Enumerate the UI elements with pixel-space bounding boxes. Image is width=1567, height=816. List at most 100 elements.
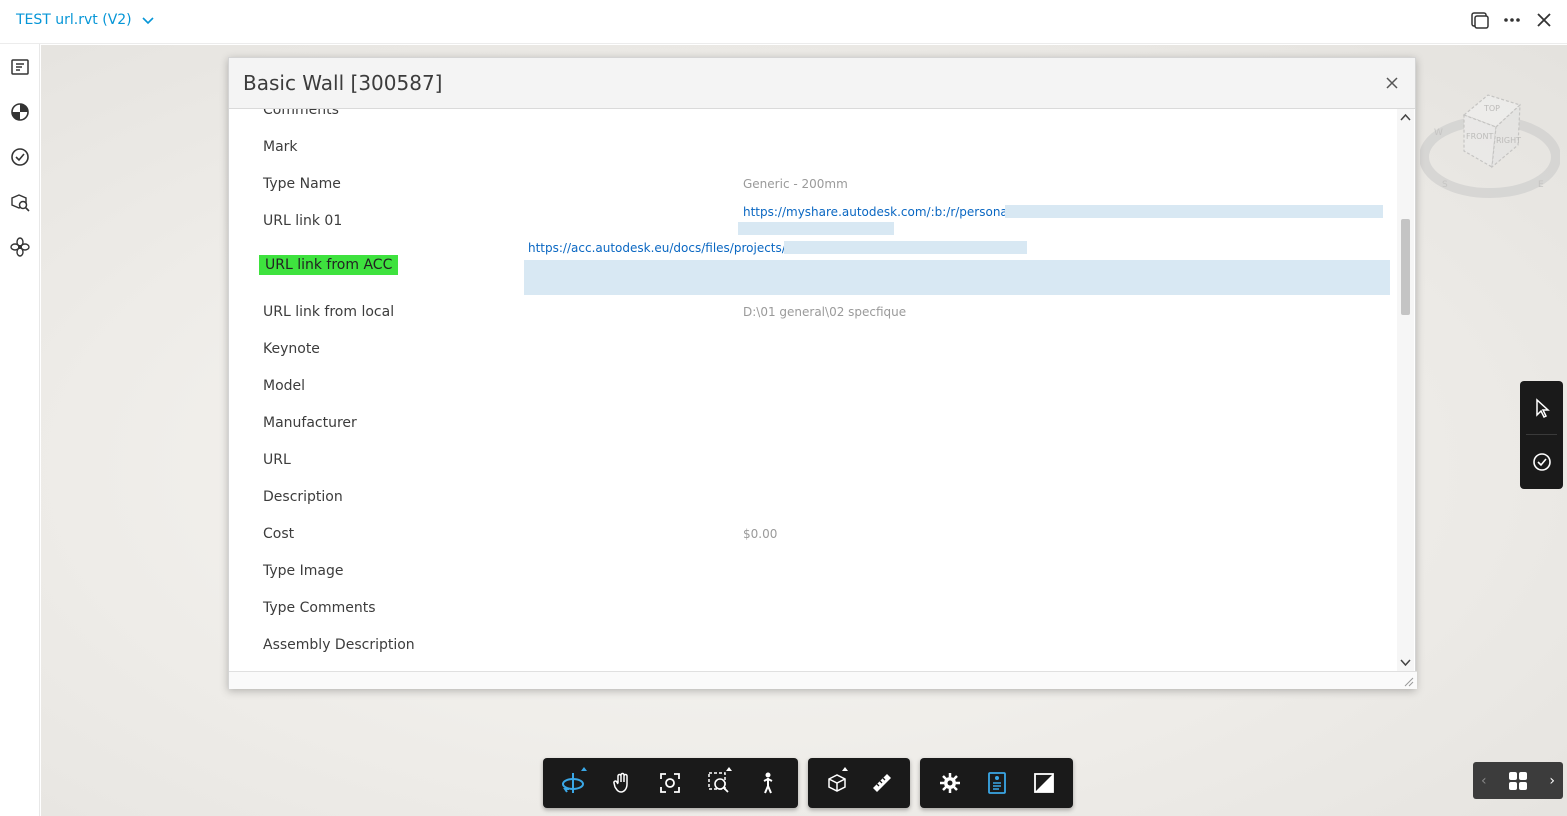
redacted-link-part	[784, 241, 1027, 254]
grid-icon[interactable]	[1507, 770, 1529, 792]
cursor-icon	[1535, 397, 1550, 418]
prop-label-type-name: Type Name	[263, 176, 341, 192]
properties-list[interactable]: Comments Mark Type Name Generic - 200mm …	[229, 109, 1399, 671]
panel-header[interactable]: Basic Wall [300587]	[229, 58, 1415, 109]
fullscreen-icon	[1033, 773, 1054, 793]
chevron-right-icon[interactable]: ›	[1549, 773, 1555, 789]
settings-toolbar	[920, 758, 1073, 808]
flyout-indicator	[580, 767, 587, 771]
left-rail	[0, 44, 40, 816]
redacted-link-part	[524, 260, 1390, 295]
explode-model-button[interactable]	[814, 758, 859, 808]
prop-link-url-link-from-acc[interactable]: https://acc.autodesk.eu/docs/files/proje…	[528, 241, 786, 255]
close-viewer-button[interactable]	[1533, 9, 1555, 31]
scrollbar-thumb[interactable]	[1401, 219, 1410, 315]
prop-label-assembly-description: Assembly Description	[263, 637, 415, 653]
fit-to-view-button[interactable]	[646, 758, 695, 808]
prop-label-type-image: Type Image	[263, 563, 344, 579]
ruler-icon	[872, 774, 891, 792]
properties-panel: Basic Wall [300587] Comments Mark Type N…	[228, 57, 1417, 689]
split-view-button[interactable]	[1469, 9, 1491, 31]
viewcube-top-label: TOP	[1483, 104, 1500, 113]
fullscreen-button[interactable]	[1020, 758, 1067, 808]
prop-label-url-link-from-acc: URL link from ACC	[259, 255, 399, 275]
select-tool-button[interactable]	[1520, 381, 1563, 434]
zoom-window-icon	[708, 772, 729, 793]
panel-close-button[interactable]	[1381, 72, 1403, 94]
measure-tool-button[interactable]	[859, 758, 904, 808]
split-view-icon	[1471, 12, 1489, 29]
issue-check-icon	[1532, 452, 1551, 471]
prop-value-cost: $0.00	[743, 527, 778, 541]
flyout-indicator	[842, 767, 848, 771]
right-toolbar	[1520, 381, 1563, 489]
prop-label-cost: Cost	[263, 526, 295, 542]
sheets-icon	[11, 102, 29, 121]
search-model-icon	[11, 193, 30, 212]
top-bar: TEST url.rvt (V2)	[0, 0, 1567, 44]
flyout-indicator	[726, 767, 733, 771]
prop-label-url-link-01: URL link 01	[263, 213, 343, 229]
gear-icon	[939, 773, 960, 793]
prop-link-url-link-01[interactable]: https://myshare.autodesk.com/:b:/r/perso…	[743, 205, 1015, 219]
settings-button[interactable]	[926, 758, 973, 808]
redacted-link-part	[1005, 205, 1383, 218]
redacted-link-part	[738, 222, 894, 235]
walk-person-icon	[763, 772, 773, 794]
prop-label-url-link-from-local: URL link from local	[263, 304, 395, 320]
chevron-left-icon[interactable]: ‹	[1481, 773, 1487, 789]
document-switcher[interactable]: TEST url.rvt (V2)	[16, 12, 156, 28]
prop-label-manufacturer: Manufacturer	[263, 415, 357, 431]
orbit-tool-button[interactable]	[549, 758, 598, 808]
prop-label-type-comments: Type Comments	[263, 600, 376, 616]
viewcube-right-label: RIGHT	[1496, 136, 1521, 145]
prop-label-model: Model	[263, 378, 306, 394]
model-browser-icon	[11, 58, 29, 75]
orbit-icon	[562, 773, 585, 793]
prop-label-url: URL	[263, 452, 291, 468]
properties-button[interactable]	[973, 758, 1020, 808]
compass-west-label: W	[1434, 128, 1443, 138]
first-person-button[interactable]	[743, 758, 792, 808]
view-navigator: ‹ ›	[1473, 762, 1563, 799]
compass-south-label: S	[1442, 180, 1448, 190]
compass-east-label: E	[1538, 180, 1544, 190]
search-model-button[interactable]	[0, 179, 40, 224]
prop-label-description: Description	[263, 489, 343, 505]
create-issue-button[interactable]	[1520, 435, 1563, 488]
model-browser-button[interactable]	[0, 44, 40, 89]
more-icon	[1504, 18, 1520, 22]
prop-label-mark: Mark	[263, 139, 298, 155]
systems-icon	[10, 236, 30, 257]
navigation-toolbar	[543, 758, 798, 808]
close-icon	[1386, 77, 1398, 89]
viewcube-front-label: FRONT	[1466, 132, 1493, 141]
close-icon	[1537, 13, 1551, 27]
chevron-down-icon[interactable]	[1400, 657, 1411, 668]
more-options-button[interactable]	[1501, 9, 1523, 31]
prop-label-keynote: Keynote	[263, 341, 320, 357]
resize-grip-icon[interactable]	[1404, 677, 1414, 687]
panel-footer	[229, 671, 1417, 689]
model-tools-toolbar	[808, 758, 910, 808]
properties-icon	[987, 772, 1006, 794]
hand-icon	[613, 772, 628, 793]
model-cube-icon	[827, 774, 846, 792]
issues-icon	[11, 147, 29, 166]
fit-view-icon	[660, 773, 681, 793]
viewcube[interactable]: TOP FRONT RIGHT W S E	[1420, 85, 1560, 200]
chevron-up-icon[interactable]	[1400, 112, 1411, 123]
prop-value-type-name: Generic - 200mm	[743, 177, 848, 191]
properties-scrollbar[interactable]	[1397, 109, 1414, 671]
prop-label-comments: Comments	[263, 109, 339, 118]
zoom-window-button[interactable]	[695, 758, 744, 808]
chevron-down-icon	[142, 17, 154, 25]
sheets-button[interactable]	[0, 89, 40, 134]
pan-tool-button[interactable]	[598, 758, 647, 808]
issues-button[interactable]	[0, 134, 40, 179]
prop-value-url-link-from-local: D:\01 general\02 specfique	[743, 305, 907, 319]
systems-button[interactable]	[0, 224, 40, 269]
panel-title: Basic Wall [300587]	[243, 71, 443, 95]
document-title: TEST url.rvt (V2)	[16, 12, 132, 28]
highlighted-label: URL link from ACC	[259, 255, 399, 275]
